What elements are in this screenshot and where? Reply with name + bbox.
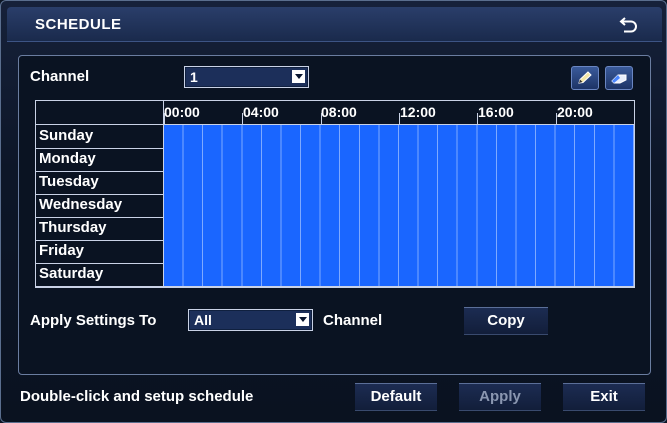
channel-select-value: 1 (190, 69, 198, 85)
day-label: Friday (39, 242, 85, 259)
column-divider (163, 101, 164, 287)
schedule-cells[interactable] (164, 171, 634, 194)
schedule-grid: 00:00 04:00 08:00 12:00 16:00 20:00 Sund… (35, 100, 635, 288)
day-label: Thursday (39, 219, 107, 236)
schedule-row-tuesday: Tuesday (36, 171, 634, 195)
hour-label: 20:00 (557, 104, 593, 120)
channel-select[interactable]: 1 (184, 66, 309, 88)
hour-tick (477, 113, 478, 124)
hour-label: 12:00 (400, 104, 436, 120)
eraser-icon (611, 74, 627, 84)
apply-button[interactable]: Apply (459, 383, 541, 411)
day-label: Saturday (39, 265, 104, 282)
schedule-cells[interactable] (164, 240, 634, 263)
hour-tick (399, 113, 400, 124)
day-label: Monday (39, 150, 96, 167)
hour-label: 00:00 (164, 104, 200, 120)
schedule-row-sunday: Sunday (36, 125, 634, 149)
apply-settings-label: Apply Settings To (30, 312, 157, 329)
default-button[interactable]: Default (355, 383, 437, 411)
hour-tick (164, 113, 165, 124)
schedule-cells[interactable] (164, 125, 634, 148)
copy-button[interactable]: Copy (464, 307, 548, 335)
back-icon[interactable] (618, 13, 640, 35)
window-title: SCHEDULE (35, 16, 122, 33)
hour-label: 04:00 (243, 104, 279, 120)
hour-label: 16:00 (478, 104, 514, 120)
schedule-row-friday: Friday (36, 240, 634, 264)
eraser-button[interactable] (605, 66, 633, 90)
day-label: Wednesday (39, 196, 123, 213)
footer-bar: Double-click and setup schedule Default … (7, 379, 662, 417)
chevron-down-icon (296, 313, 309, 326)
schedule-row-monday: Monday (36, 148, 634, 172)
title-bar: SCHEDULE (7, 7, 662, 42)
day-label: Sunday (39, 127, 94, 144)
hour-header: 00:00 04:00 08:00 12:00 16:00 20:00 (36, 101, 634, 125)
hour-tick (321, 113, 322, 124)
schedule-window: SCHEDULE Channel 1 00:00 04:00 08:00 12:… (0, 0, 667, 423)
chevron-down-icon (292, 70, 305, 83)
pencil-icon (578, 71, 592, 84)
apply-channel-label: Channel (323, 312, 383, 329)
schedule-row-saturday: Saturday (36, 263, 634, 287)
pencil-button[interactable] (571, 66, 599, 90)
channel-label: Channel (30, 68, 90, 85)
hour-tick (556, 113, 557, 124)
schedule-cells[interactable] (164, 263, 634, 286)
hour-tick (242, 113, 243, 124)
schedule-row-thursday: Thursday (36, 217, 634, 241)
exit-button[interactable]: Exit (563, 383, 645, 411)
schedule-cells[interactable] (164, 217, 634, 240)
hint-text: Double-click and setup schedule (20, 388, 254, 405)
schedule-cells[interactable] (164, 194, 634, 217)
schedule-panel: Channel 1 00:00 04:00 08:00 12:00 16:00 (18, 55, 651, 375)
hour-label: 08:00 (321, 104, 357, 120)
schedule-cells[interactable] (164, 148, 634, 171)
apply-to-select-value: All (194, 312, 212, 328)
day-label: Tuesday (39, 173, 99, 190)
schedule-row-wednesday: Wednesday (36, 194, 634, 218)
apply-to-select[interactable]: All (188, 309, 313, 331)
